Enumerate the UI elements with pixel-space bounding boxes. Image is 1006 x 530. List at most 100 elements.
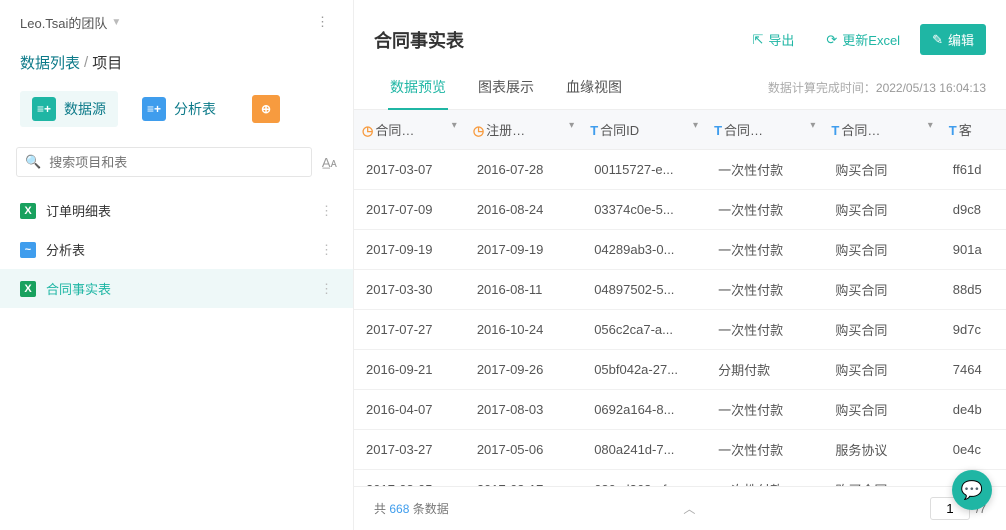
table-cell: 04289ab3-0... [582,230,706,270]
table-row[interactable]: 2017-07-092016-08-2403374c0e-5...一次性付款购买… [354,190,1006,230]
column-header[interactable]: T合同…▾ [823,110,940,150]
search-input[interactable] [49,155,303,170]
list-item[interactable]: ~ 分析表 ⋮ [0,230,353,269]
search-icon: 🔍 [25,154,41,170]
table-row[interactable]: 2016-04-072017-08-030692a164-8...一次性付款购买… [354,390,1006,430]
sort-icon[interactable]: A̲ᴀ [322,155,337,170]
more-icon[interactable]: ⋮ [312,10,333,34]
text-type-icon: T [590,123,598,138]
table-cell: 88d5 [941,270,1006,310]
table-cell: 00115727-e... [582,150,706,190]
table-cell: 2017-03-27 [354,430,465,470]
sidebar: Leo.Tsai的团队 ▼ ⋮ 数据列表 / 项目 ≡+ 数据源 ≡+ 分析表 … [0,0,354,530]
table-cell: 901a [941,230,1006,270]
file-name: 分析表 [46,240,85,259]
expand-up-icon[interactable]: ︿ [683,500,695,517]
table-cell: 080a241d-7... [582,430,706,470]
header-actions: ⇱ 导出 ⟳ 更新Excel ✎ 编辑 [740,24,986,55]
main-area: 合同事实表 ⇱ 导出 ⟳ 更新Excel ✎ 编辑 数据预览 图表展示 血缘视图… [354,0,1006,530]
table-header-row: ◷合同…▾ ◷注册…▾ T合同ID▾ T合同…▾ T合同…▾ T客 [354,110,1006,150]
table-cell: 购买合同 [823,270,940,310]
table-row[interactable]: 2017-03-302016-08-1104897502-5...一次性付款购买… [354,270,1006,310]
table-row[interactable]: 2017-09-192017-09-1904289ab3-0...一次性付款购买… [354,230,1006,270]
chevron-down-icon[interactable]: ▾ [452,120,457,131]
table-row[interactable]: 2017-08-052017-08-17080cd368-af...一次性付款购… [354,470,1006,487]
table-cell: de4b [941,390,1006,430]
chevron-down-icon[interactable]: ▾ [693,120,698,131]
table-cell: 购买合同 [823,190,940,230]
table-cell: 一次性付款 [706,150,823,190]
tab-lineage-view[interactable]: 血缘视图 [550,65,638,109]
column-header[interactable]: T客 [941,110,1006,150]
table-cell: 2017-08-05 [354,470,465,487]
chevron-down-icon[interactable]: ▾ [569,120,574,131]
tabs-bar: 数据预览 图表展示 血缘视图 数据计算完成时间：2022/05/13 16:04… [354,65,1006,110]
table-cell: 2017-03-30 [354,270,465,310]
page-title: 合同事实表 [374,27,464,53]
table-row[interactable]: 2017-07-272016-10-24056c2ca7-a...一次性付款购买… [354,310,1006,350]
breadcrumb-divider: / [84,54,88,71]
date-type-icon: ◷ [473,123,484,138]
table-cell: 0e4c [941,430,1006,470]
refresh-excel-button[interactable]: ⟳ 更新Excel [814,24,912,55]
file-xls-icon: X [20,281,36,297]
compute-time-label: 数据计算完成时间：2022/05/13 16:04:13 [768,79,986,96]
datasource-icon: ≡+ [32,97,56,121]
more-icon[interactable]: ⋮ [320,242,333,258]
team-selector[interactable]: Leo.Tsai的团队 ▼ [20,13,121,32]
table-cell: 2017-05-06 [465,430,582,470]
edit-icon: ✎ [932,32,943,48]
table-cell: 2017-08-17 [465,470,582,487]
table-cell: 04897502-5... [582,270,706,310]
refresh-icon: ⟳ [826,32,837,48]
tab-datasource[interactable]: ≡+ 数据源 [20,91,118,127]
list-item[interactable]: X 订单明细表 ⋮ [0,191,353,230]
main-header: 合同事实表 ⇱ 导出 ⟳ 更新Excel ✎ 编辑 [354,0,1006,65]
refresh-label: 更新Excel [842,30,900,49]
table-cell: 2016-10-24 [465,310,582,350]
file-list: X 订单明细表 ⋮ ~ 分析表 ⋮ X 合同事实表 ⋮ [0,185,353,314]
table-cell: 购买合同 [823,310,940,350]
file-name: 订单明细表 [46,201,111,220]
chat-fab[interactable]: 💬 [952,470,992,510]
analysis-icon: ≡+ [142,97,166,121]
table-row[interactable]: 2017-03-272017-05-06080a241d-7...一次性付款服务… [354,430,1006,470]
category-tabs: ≡+ 数据源 ≡+ 分析表 ⊕ [0,79,353,139]
table-row[interactable]: 2016-09-212017-09-2605bf042a-27...分期付款购买… [354,350,1006,390]
breadcrumb: 数据列表 / 项目 [0,44,353,79]
column-header[interactable]: T合同ID▾ [582,110,706,150]
tab-analysis[interactable]: ≡+ 分析表 [130,91,228,127]
timestamp: 2022/05/13 16:04:13 [876,81,986,95]
table-cell: 服务协议 [823,430,940,470]
column-header[interactable]: ◷注册…▾ [465,110,582,150]
table-cell: 03374c0e-5... [582,190,706,230]
file-name: 合同事实表 [46,279,111,298]
column-header[interactable]: T合同…▾ [706,110,823,150]
table-cell: 2017-09-26 [465,350,582,390]
text-type-icon: T [714,123,722,138]
table-cell: 2017-09-19 [465,230,582,270]
more-icon[interactable]: ⋮ [320,203,333,219]
search-box[interactable]: 🔍 [16,147,312,177]
date-type-icon: ◷ [362,123,373,138]
column-header[interactable]: ◷合同…▾ [354,110,465,150]
export-button[interactable]: ⇱ 导出 [740,24,806,55]
file-analysis-icon: ~ [20,242,36,258]
tab-other[interactable]: ⊕ [240,89,292,129]
breadcrumb-root[interactable]: 数据列表 [20,52,80,73]
list-item[interactable]: X 合同事实表 ⋮ [0,269,353,308]
edit-button[interactable]: ✎ 编辑 [920,24,986,55]
table-cell: 2016-08-11 [465,270,582,310]
chevron-down-icon[interactable]: ▾ [928,120,933,131]
chevron-down-icon[interactable]: ▾ [810,120,815,131]
export-icon: ⇱ [752,32,763,48]
more-icon[interactable]: ⋮ [320,281,333,297]
tab-chart-display[interactable]: 图表展示 [462,65,550,109]
table-cell: 一次性付款 [706,470,823,487]
tab-data-preview[interactable]: 数据预览 [374,65,462,109]
count-value: 668 [389,502,409,516]
table-cell: 2017-07-09 [354,190,465,230]
table-row[interactable]: 2017-03-072016-07-2800115727-e...一次性付款购买… [354,150,1006,190]
table-cell: 9d7c [941,310,1006,350]
table-cell: 分期付款 [706,350,823,390]
